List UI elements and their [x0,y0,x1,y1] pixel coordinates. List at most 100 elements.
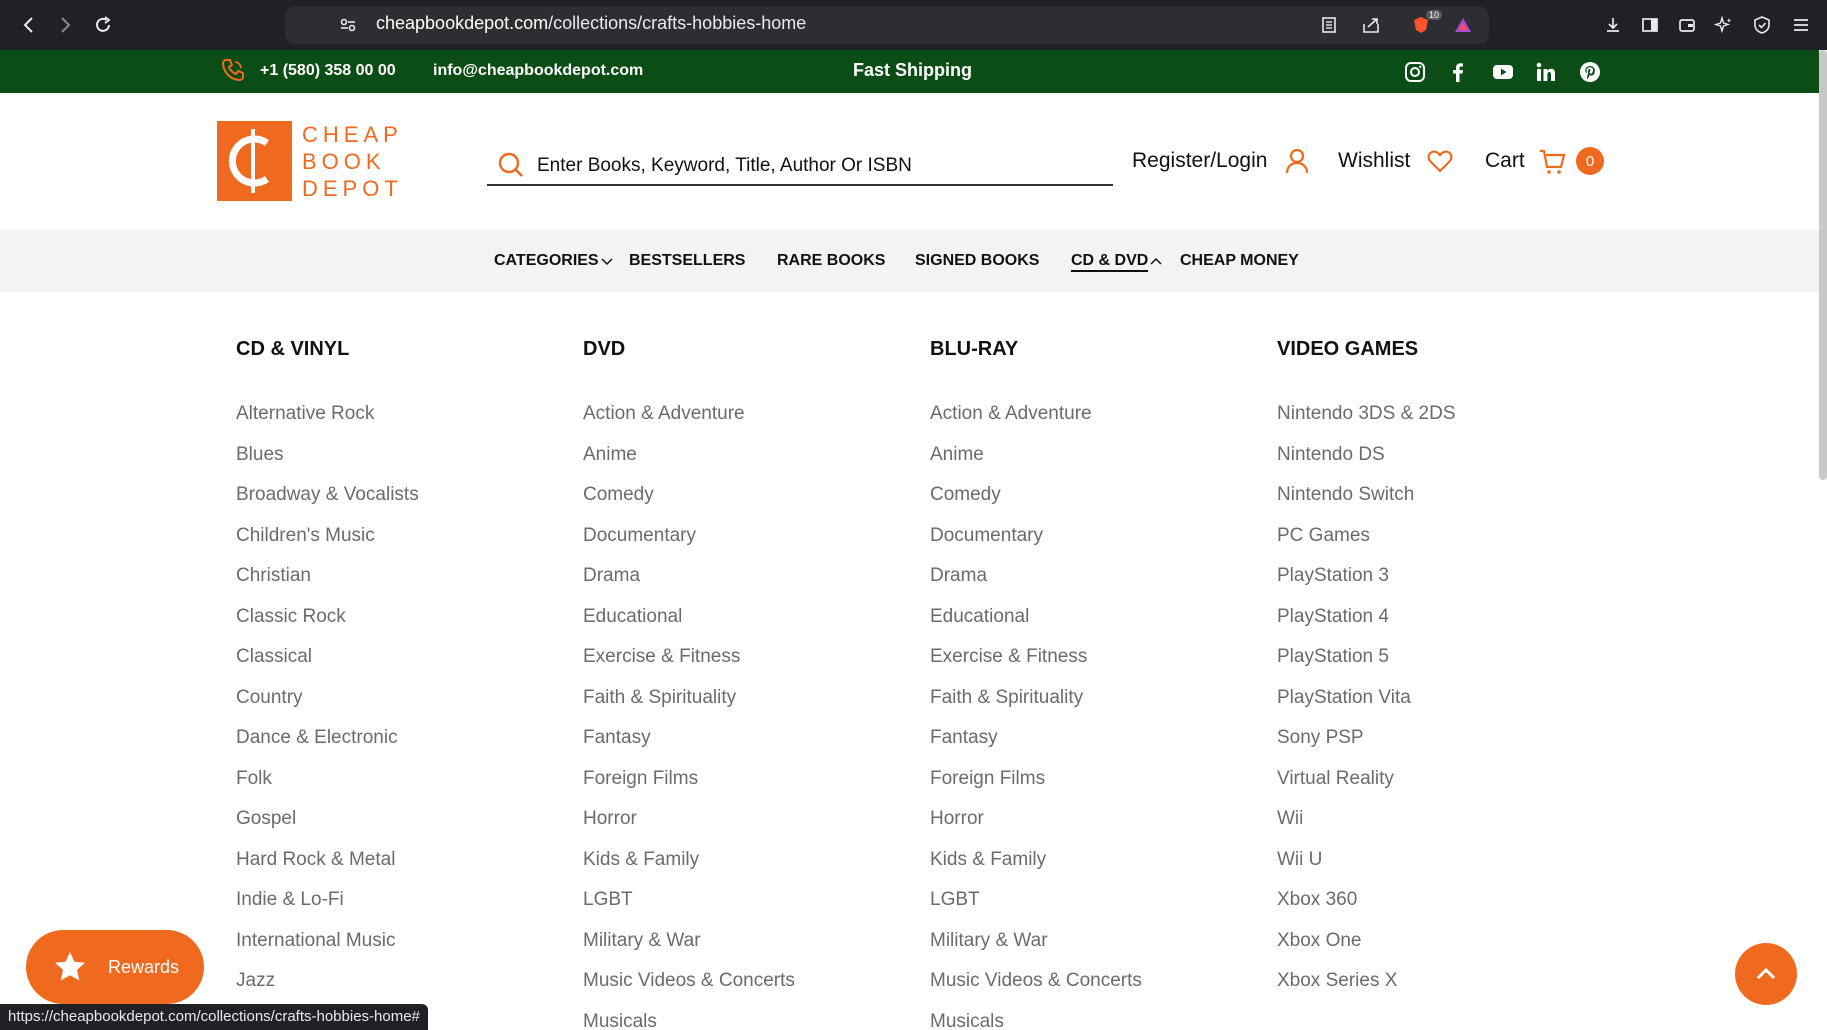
mega-menu-link[interactable]: Anime [583,441,795,482]
nav-categories[interactable]: CATEGORIES [494,252,613,270]
mega-menu-link[interactable]: PC Games [1277,522,1456,563]
mega-menu-link[interactable]: Nintendo Switch [1277,481,1456,522]
mega-menu-link[interactable]: PlayStation 5 [1277,643,1456,684]
mega-menu-link[interactable]: Action & Adventure [583,400,795,441]
mega-menu-link[interactable]: Horror [930,805,1142,846]
nav-bestsellers[interactable]: BESTSELLERS [629,252,745,270]
mega-menu-link[interactable]: Music Videos & Concerts [930,967,1142,1008]
mega-menu-link[interactable]: Sony PSP [1277,724,1456,765]
mega-menu-link[interactable]: Musicals [583,1008,795,1030]
email-link[interactable]: info@cheapbookdepot.com [433,62,643,80]
phone-link[interactable]: +1 (580) 358 00 00 [260,62,396,80]
rewards-button[interactable]: Rewards [26,930,204,1004]
mega-menu-link[interactable]: PlayStation 4 [1277,603,1456,644]
logo-mark[interactable] [217,121,292,201]
mega-heading[interactable]: BLU-RAY [930,338,1142,370]
mega-menu-link[interactable]: Educational [583,603,795,644]
brave-rewards-icon[interactable] [1451,13,1475,37]
mega-menu-link[interactable]: Gospel [236,805,419,846]
mega-menu-link[interactable]: Kids & Family [583,846,795,887]
search-icon[interactable] [497,151,525,179]
mega-menu-link[interactable]: LGBT [583,886,795,927]
back-icon[interactable] [14,10,44,40]
cart-icon[interactable] [1538,147,1566,175]
cart-link[interactable]: Cart [1485,149,1525,173]
facebook-icon[interactable] [1445,59,1471,85]
mega-menu-link[interactable]: Musicals [930,1008,1142,1030]
mega-menu-link[interactable]: Alternative Rock [236,400,419,441]
mega-menu-link[interactable]: Exercise & Fitness [930,643,1142,684]
mega-menu-link[interactable]: Military & War [583,927,795,968]
mega-menu-link[interactable]: PlayStation 3 [1277,562,1456,603]
mega-heading[interactable]: CD & VINYL [236,338,419,370]
youtube-icon[interactable] [1490,59,1516,85]
back-to-top-button[interactable] [1735,943,1797,1005]
mega-heading[interactable]: VIDEO GAMES [1277,338,1456,370]
instagram-icon[interactable] [1402,59,1428,85]
wallet-icon[interactable] [1675,13,1699,37]
vpn-icon[interactable] [1750,13,1774,37]
wishlist-link[interactable]: Wishlist [1338,149,1410,173]
mega-menu-link[interactable]: Fantasy [930,724,1142,765]
mega-menu-link[interactable]: Documentary [583,522,795,563]
mega-menu-link[interactable]: Comedy [930,481,1142,522]
mega-menu-link[interactable]: Jazz [236,967,419,1008]
mega-menu-link[interactable]: Folk [236,765,419,806]
heart-icon[interactable] [1426,147,1454,175]
page-scrollbar[interactable] [1819,50,1827,480]
mega-menu-link[interactable]: Wii U [1277,846,1456,887]
mega-menu-link[interactable]: Dance & Electronic [236,724,419,765]
sidebar-icon[interactable] [1638,13,1662,37]
mega-menu-link[interactable]: Kids & Family [930,846,1142,887]
mega-menu-link[interactable]: Horror [583,805,795,846]
mega-menu-link[interactable]: Drama [930,562,1142,603]
linkedin-icon[interactable] [1533,59,1559,85]
site-settings-icon[interactable] [336,13,360,37]
mega-menu-link[interactable]: PlayStation Vita [1277,684,1456,725]
share-icon[interactable] [1359,13,1383,37]
download-icon[interactable] [1601,13,1625,37]
mega-menu-link[interactable]: International Music [236,927,419,968]
mega-menu-link[interactable]: Children's Music [236,522,419,563]
mega-menu-link[interactable]: Country [236,684,419,725]
mega-menu-link[interactable]: Anime [930,441,1142,482]
mega-menu-link[interactable]: Nintendo DS [1277,441,1456,482]
nav-cd-dvd[interactable]: CD & DVD [1071,252,1162,272]
mega-menu-link[interactable]: Faith & Spirituality [930,684,1142,725]
mega-menu-link[interactable]: Action & Adventure [930,400,1142,441]
reader-mode-icon[interactable] [1317,13,1341,37]
register-login-link[interactable]: Register/Login [1132,149,1267,173]
mega-menu-link[interactable]: Faith & Spirituality [583,684,795,725]
mega-menu-link[interactable]: Wii [1277,805,1456,846]
mega-menu-link[interactable]: Foreign Films [583,765,795,806]
mega-menu-link[interactable]: Military & War [930,927,1142,968]
pinterest-icon[interactable] [1577,59,1603,85]
mega-menu-link[interactable]: Fantasy [583,724,795,765]
mega-menu-link[interactable]: Drama [583,562,795,603]
mega-menu-link[interactable]: Exercise & Fitness [583,643,795,684]
mega-menu-link[interactable]: Foreign Films [930,765,1142,806]
mega-menu-link[interactable]: Classic Rock [236,603,419,644]
forward-icon[interactable] [50,10,80,40]
mega-menu-link[interactable]: Xbox Series X [1277,967,1456,1008]
mega-menu-link[interactable]: Xbox 360 [1277,886,1456,927]
search-input[interactable] [537,148,1097,184]
menu-icon[interactable] [1789,13,1813,37]
mega-menu-link[interactable]: Indie & Lo-Fi [236,886,419,927]
nav-cheap-money[interactable]: CHEAP MONEY [1180,252,1299,270]
mega-menu-link[interactable]: Hard Rock & Metal [236,846,419,887]
mega-menu-link[interactable]: Broadway & Vocalists [236,481,419,522]
mega-menu-link[interactable]: LGBT [930,886,1142,927]
user-icon[interactable] [1283,147,1311,175]
mega-menu-link[interactable]: Classical [236,643,419,684]
mega-menu-link[interactable]: Documentary [930,522,1142,563]
mega-menu-link[interactable]: Blues [236,441,419,482]
mega-menu-link[interactable]: Comedy [583,481,795,522]
mega-menu-link[interactable]: Music Videos & Concerts [583,967,795,1008]
mega-menu-link[interactable]: Christian [236,562,419,603]
mega-menu-link[interactable]: Educational [930,603,1142,644]
reload-icon[interactable] [88,10,118,40]
mega-menu-link[interactable]: Virtual Reality [1277,765,1456,806]
leo-ai-icon[interactable] [1712,13,1736,37]
mega-heading[interactable]: DVD [583,338,795,370]
